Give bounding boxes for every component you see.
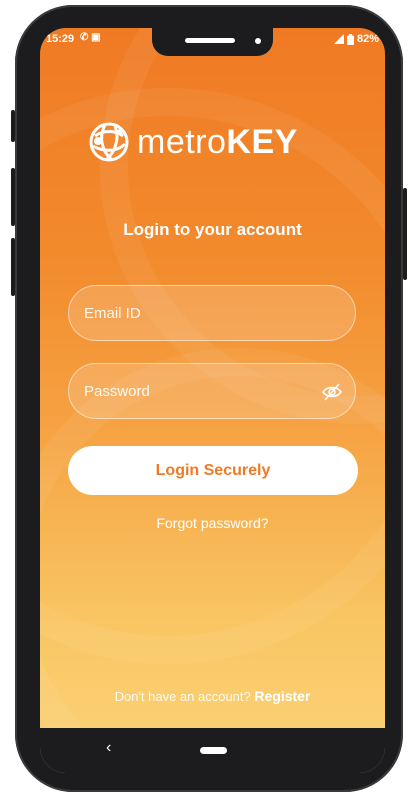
page-title: Login to your account [123,220,302,239]
notification-icons: ✆ ▣ [80,32,101,43]
register-row: Don't have an account? Register [40,688,385,704]
signal-icon [333,34,344,44]
eye-off-icon[interactable] [321,381,343,403]
power-button [403,188,407,280]
volume-down-button [11,168,15,226]
navigation-bar: ‹ [40,728,385,773]
login-button[interactable]: Login Securely [68,446,358,495]
email-input[interactable] [84,304,304,322]
home-icon[interactable] [200,747,227,754]
no-account-text: Don't have an account? [114,689,251,704]
status-time: 15:29 [46,33,75,45]
bixby-button [11,238,15,296]
camera-icon [255,38,261,44]
battery-percent: 82% [356,33,379,45]
password-field[interactable] [68,363,356,419]
register-link[interactable]: Register [254,688,310,704]
logo-suffix: KEY [226,122,298,161]
speaker-icon [185,38,235,43]
globe-icon [89,122,129,162]
metrokey-logo: metroKEY [87,120,298,164]
volume-up-button [11,110,15,142]
forgot-password-link[interactable]: Forgot password? [40,515,385,531]
logo-text: metroKEY [137,123,298,162]
email-field[interactable] [68,285,356,341]
battery-icon [346,33,354,45]
password-input[interactable] [84,382,304,400]
app-screen: 15:29 ✆ ▣ 82% metroKEY Login to your acc… [40,28,385,773]
logo-prefix: metro [137,122,227,161]
status-right-group: 82% [333,33,379,45]
back-icon[interactable]: ‹ [106,739,111,757]
